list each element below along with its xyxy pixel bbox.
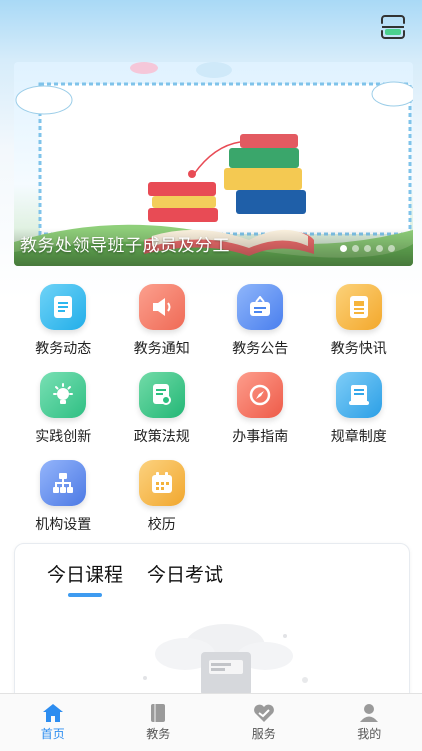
grid-item-xiaoli[interactable]: 校历 (113, 460, 212, 534)
tab-mine[interactable]: 我的 (317, 694, 422, 751)
grid-item-banshi-zhinan[interactable]: 办事指南 (211, 372, 310, 446)
banner-carousel[interactable]: 教务处领导班子成员及分工 (14, 62, 413, 266)
calendar-icon (139, 460, 185, 506)
newspaper-icon (336, 284, 382, 330)
grid-item-label: 政策法规 (134, 426, 190, 446)
grid-item-jiaowu-dongtai[interactable]: 教务动态 (14, 284, 113, 358)
handshake-icon (253, 703, 275, 723)
grid-item-jiaowu-tongzhi[interactable]: 教务通知 (113, 284, 212, 358)
carousel-dot[interactable] (340, 245, 347, 252)
grid-item-label: 教务快讯 (331, 338, 387, 358)
document-icon (40, 284, 86, 330)
carousel-dot[interactable] (388, 245, 395, 252)
grid-item-label: 校历 (148, 514, 176, 534)
grid-item-jiaowu-gonggao[interactable]: 教务公告 (211, 284, 310, 358)
empty-state-illustration (105, 606, 325, 696)
scan-button[interactable] (380, 14, 406, 40)
scan-icon (380, 14, 406, 40)
scroll-icon (336, 372, 382, 418)
carousel-dot[interactable] (376, 245, 383, 252)
home-icon (42, 703, 64, 723)
carousel-indicator (340, 245, 395, 252)
bottom-tab-bar: 首页 教务 服务 我的 (0, 693, 422, 751)
grid-item-label: 办事指南 (232, 426, 288, 446)
tab-jiaowu[interactable]: 教务 (106, 694, 212, 751)
grid-item-label: 实践创新 (35, 426, 91, 446)
book-icon (148, 703, 168, 723)
grid-item-label: 规章制度 (331, 426, 387, 446)
compass-icon (237, 372, 283, 418)
tab-label: 首页 (41, 725, 65, 742)
tab-home[interactable]: 首页 (0, 694, 106, 751)
tab-today-courses[interactable]: 今日课程 (47, 560, 123, 597)
grid-item-shijian-chuangxin[interactable]: 实践创新 (14, 372, 113, 446)
tab-fuwu[interactable]: 服务 (211, 694, 317, 751)
notice-icon (237, 284, 283, 330)
speaker-icon (139, 284, 185, 330)
grid-item-jiaowu-kuaixun[interactable]: 教务快讯 (310, 284, 409, 358)
tab-label: 教务 (146, 725, 170, 742)
function-grid: 教务动态 教务通知 教务公告 教务快讯 实践创新 政策法规 办事指南 (14, 284, 408, 534)
carousel-dot[interactable] (364, 245, 371, 252)
today-tabs: 今日课程 今日考试 (47, 560, 223, 597)
grid-item-label: 教务公告 (232, 338, 288, 358)
regulation-icon (139, 372, 185, 418)
grid-item-label: 机构设置 (35, 514, 91, 534)
grid-item-guizhang-zhidu[interactable]: 规章制度 (310, 372, 409, 446)
lightbulb-icon (40, 372, 86, 418)
grid-item-jigou-shezhi[interactable]: 机构设置 (14, 460, 113, 534)
grid-item-label: 教务动态 (35, 338, 91, 358)
banner-title: 教务处领导班子成员及分工 (20, 231, 230, 256)
tab-label: 服务 (252, 725, 276, 742)
user-icon (359, 703, 379, 723)
org-chart-icon (40, 460, 86, 506)
carousel-dot[interactable] (352, 245, 359, 252)
grid-item-label: 教务通知 (134, 338, 190, 358)
grid-item-zhengce-fagui[interactable]: 政策法规 (113, 372, 212, 446)
tab-label: 我的 (357, 725, 381, 742)
tab-today-exams[interactable]: 今日考试 (147, 560, 223, 597)
